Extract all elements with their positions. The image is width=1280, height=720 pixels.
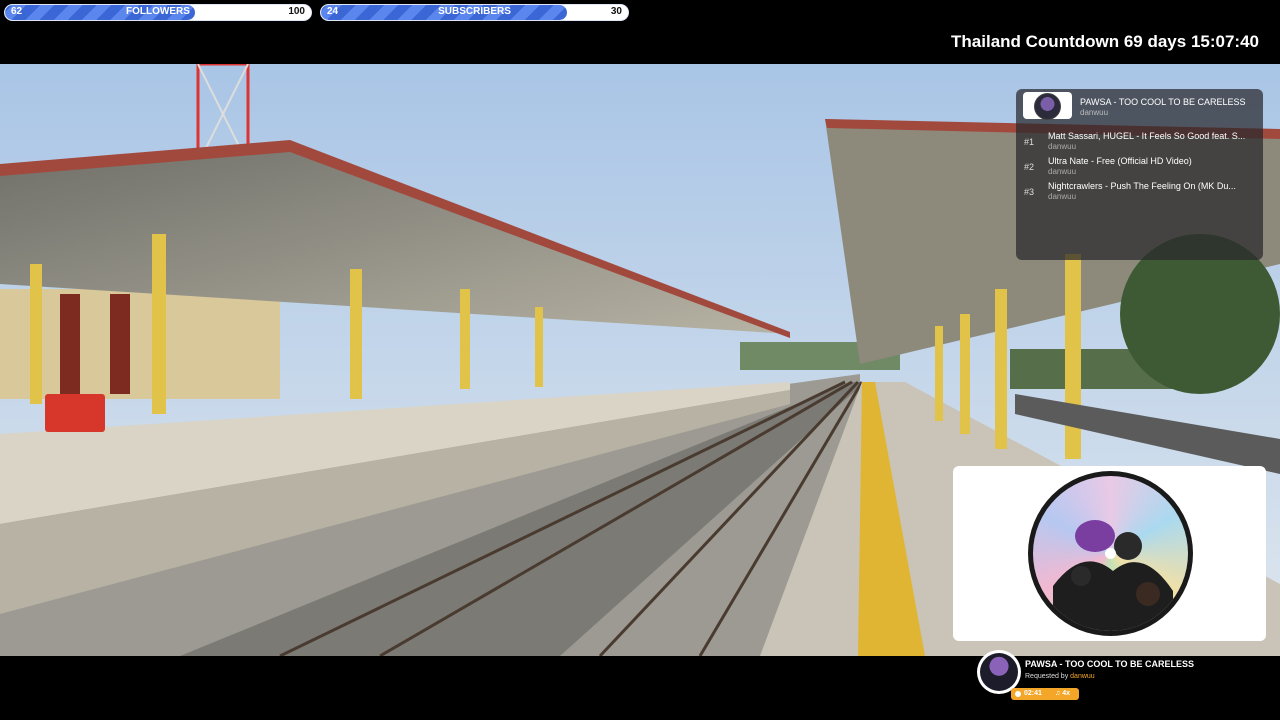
album-art-card [953,466,1266,641]
play-count: ♫ 4x [1055,690,1070,697]
queue-rank: #1 [1024,137,1035,147]
song-queue-panel: PAWSA - TOO COOL TO BE CARELESS danwuu #… [1016,89,1263,260]
followers-target: 100 [288,6,305,17]
subscribers-target: 30 [610,6,622,17]
requested-prefix: Requested by [1025,673,1069,680]
now-playing-badge: 02:41 ♫ 4x [1011,688,1079,700]
avatar [1034,93,1061,120]
queue-item: #2 Ultra Nate - Free (Official HD Video)… [1024,155,1258,181]
requested-by: danwuu [1070,673,1095,680]
queue-item: #3 Nightcrawlers - Push The Feeling On (… [1024,180,1258,206]
queue-now-title: PAWSA - TOO COOL TO BE CARELESS [1080,97,1246,107]
now-card [1023,92,1072,120]
now-playing-title: PAWSA - TOO COOL TO BE CARELESS [1025,659,1195,669]
now-playing-requested: Requested by danwuu [1025,673,1095,680]
disc-center-hole [1105,548,1116,559]
queue-title: Matt Sassari, HUGEL - It Feels So Good f… [1048,131,1246,141]
queue-now-user: danwuu [1080,108,1109,117]
queue-rank: #2 [1024,162,1035,172]
queue-title: Ultra Nate - Free (Official HD Video) [1048,156,1192,166]
queue-user: danwuu [1048,167,1077,176]
album-disc [1028,471,1193,636]
time-elapsed: 02:41 [1024,690,1042,697]
queue-user: danwuu [1048,142,1077,151]
followers-goal-bar: 62 FOLLOWERS 100 [4,4,312,21]
followers-label: FOLLOWERS [126,6,190,17]
subscribers-label: SUBSCRIBERS [438,6,511,17]
queue-rank: #3 [1024,187,1035,197]
countdown-timer: Thailand Countdown 69 days 15:07:40 [951,32,1259,51]
top-bar: 62 FOLLOWERS 100 24 SUBSCRIBERS 30 Thail… [0,0,1280,64]
clock-icon [1015,691,1021,697]
queue-user: danwuu [1048,192,1077,201]
queue-title: Nightcrawlers - Push The Feeling On (MK … [1048,181,1236,191]
queue-item: #1 Matt Sassari, HUGEL - It Feels So Goo… [1024,130,1258,156]
subscribers-goal-bar: 24 SUBSCRIBERS 30 [320,4,629,21]
